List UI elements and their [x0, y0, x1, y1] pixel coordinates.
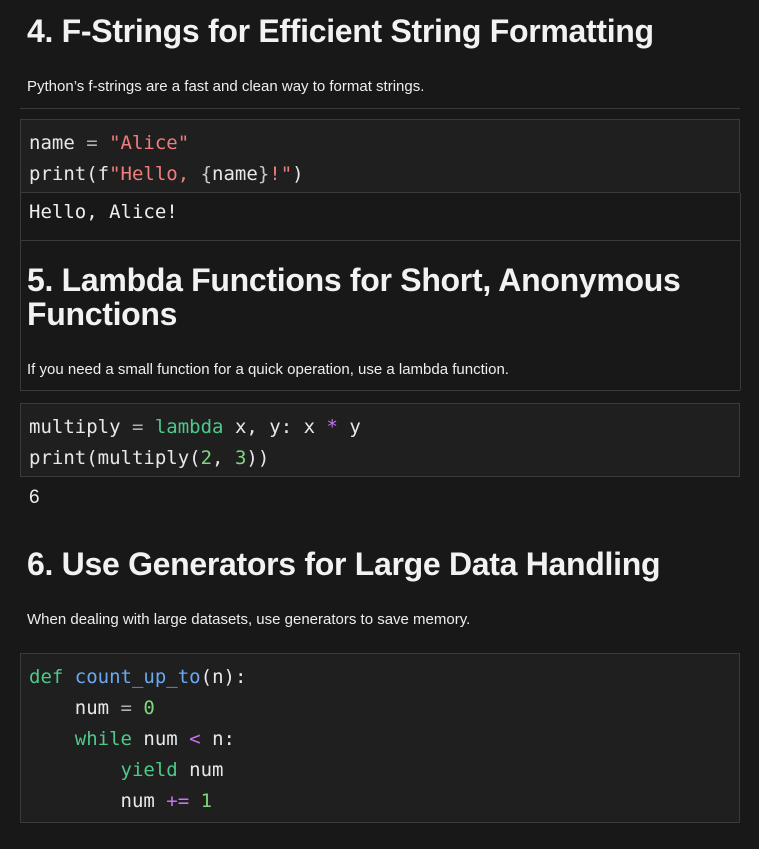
divider: [740, 240, 741, 390]
section-6-heading: 6. Use Generators for Large Data Handlin…: [27, 546, 661, 582]
divider: [740, 193, 741, 240]
divider: [20, 240, 21, 390]
section-5-heading: 5. Lambda Functions for Short, Anonymous…: [27, 262, 681, 332]
section-6-description: When dealing with large datasets, use ge…: [27, 611, 471, 628]
section-5-description: If you need a small function for a quick…: [27, 361, 509, 378]
code-block-lambda[interactable]: multiply = lambda x, y: x * y print(mult…: [20, 403, 740, 477]
divider: [20, 240, 740, 241]
code-line: name = "Alice": [29, 132, 190, 154]
code-line: while num < n:: [74, 728, 235, 750]
section-4-description: Python’s f-strings are a fast and clean …: [27, 78, 425, 95]
code-line: num += 1: [29, 790, 213, 812]
divider: [20, 108, 740, 109]
code-line: multiply = lambda x, y: x * y: [29, 416, 361, 438]
code-output: 6: [29, 487, 40, 508]
divider: [20, 390, 740, 391]
code-line: def count_up_to(n):: [29, 666, 247, 688]
code-block-generators[interactable]: def count_up_to(n): num = 0 while num < …: [20, 653, 740, 823]
code-block-fstrings[interactable]: name = "Alice" print(f"Hello, {name}!"): [20, 119, 740, 193]
code-line: yield num: [120, 759, 224, 781]
code-line: print(f"Hello, {name}!"): [29, 163, 304, 185]
code-line: print(multiply(2, 3)): [29, 447, 270, 469]
code-output: Hello, Alice!: [29, 201, 178, 223]
section-4-heading: 4. F-Strings for Efficient String Format…: [27, 13, 654, 49]
code-line: num = 0: [29, 697, 155, 719]
divider: [20, 193, 21, 240]
